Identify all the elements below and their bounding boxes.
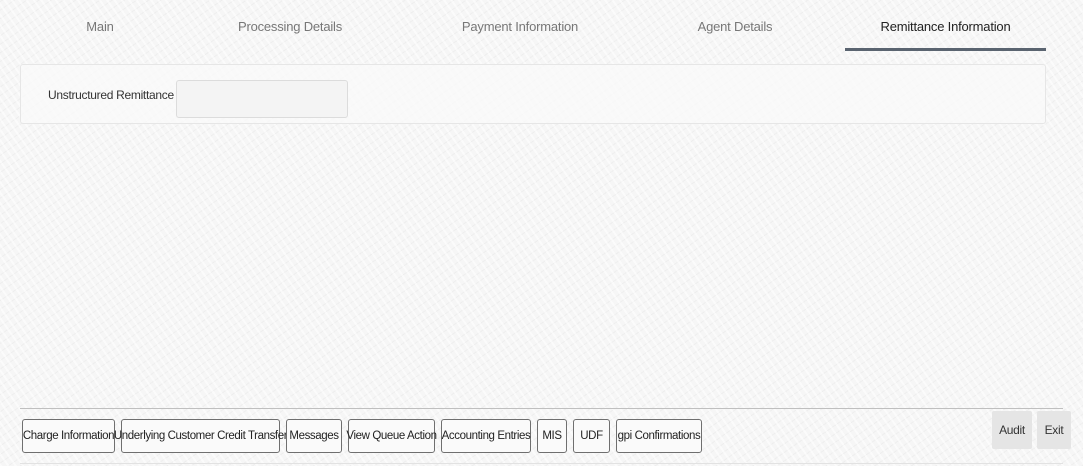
tab-remittance-information[interactable]: Remittance Information [845, 0, 1046, 52]
accounting-entries-button[interactable]: Accounting Entries [441, 419, 531, 453]
view-queue-action-button[interactable]: View Queue Action [346, 419, 437, 453]
footer-divider [20, 408, 1063, 409]
udf-button[interactable]: UDF [573, 419, 610, 453]
exit-button[interactable]: Exit [1037, 411, 1071, 449]
tab-payment-information[interactable]: Payment Information [440, 0, 600, 52]
remittance-panel: Unstructured Remittance Info [20, 64, 1046, 124]
tab-agent-details[interactable]: Agent Details [660, 0, 810, 52]
tab-bar: Main Processing Details Payment Informat… [0, 0, 1083, 52]
gpi-confirmations-button[interactable]: gpi Confirmations [616, 419, 702, 453]
messages-button[interactable]: Messages [286, 419, 342, 453]
unstructured-remittance-label: Unstructured Remittance Info [48, 88, 196, 102]
mis-button[interactable]: MIS [537, 419, 567, 453]
active-tab-indicator [845, 48, 1046, 51]
tab-main[interactable]: Main [30, 0, 170, 52]
audit-button[interactable]: Audit [992, 411, 1032, 449]
charge-information-button[interactable]: Charge Information [22, 419, 115, 453]
footer-bottom-border [20, 463, 1063, 464]
unstructured-remittance-input[interactable] [176, 80, 348, 118]
underlying-customer-credit-transfer-button[interactable]: Underlying Customer Credit Transfer [114, 419, 288, 453]
tab-processing-details[interactable]: Processing Details [210, 0, 370, 52]
